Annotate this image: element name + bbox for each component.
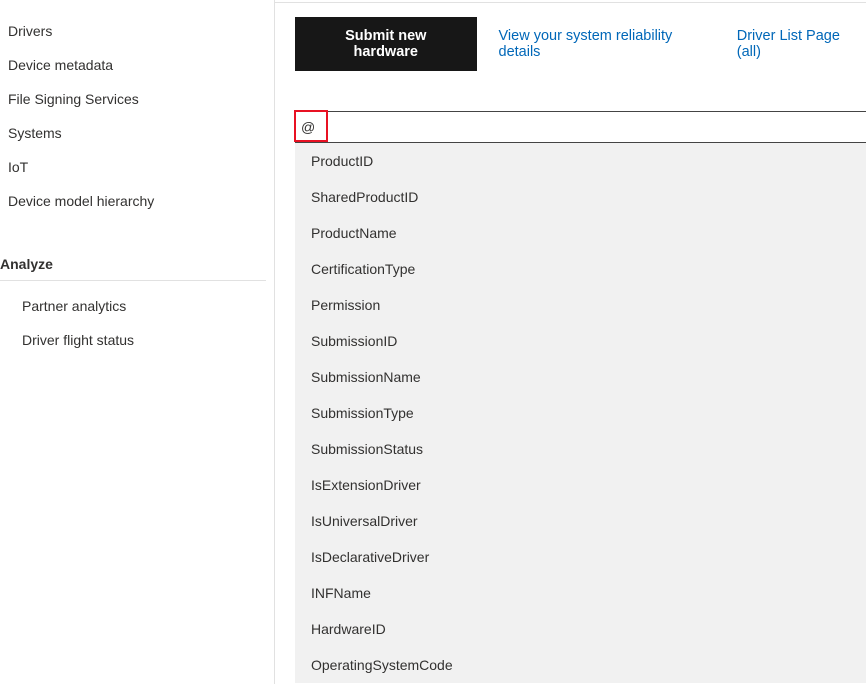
dropdown-item-operatingsystemcode[interactable]: OperatingSystemCode (295, 647, 866, 683)
sidebar-item-device-metadata[interactable]: Device metadata (0, 48, 274, 82)
sidebar-subitem-partner-analytics[interactable]: Partner analytics (0, 289, 274, 323)
dropdown-item-submissionid[interactable]: SubmissionID (295, 323, 866, 359)
search-wrap (295, 111, 866, 143)
sidebar: Drivers Device metadata File Signing Ser… (0, 0, 275, 684)
sidebar-item-systems[interactable]: Systems (0, 116, 274, 150)
sidebar-item-device-model-hierarchy[interactable]: Device model hierarchy (0, 184, 274, 218)
main-content: Submit new hardware View your system rel… (275, 0, 866, 684)
dropdown-item-infname[interactable]: INFName (295, 575, 866, 611)
sidebar-item-file-signing-services[interactable]: File Signing Services (0, 82, 274, 116)
sidebar-item-drivers[interactable]: Drivers (0, 14, 274, 48)
dropdown-item-productname[interactable]: ProductName (295, 215, 866, 251)
filter-dropdown-list: ProductID SharedProductID ProductName Ce… (295, 143, 866, 683)
dropdown-item-submissionstatus[interactable]: SubmissionStatus (295, 431, 866, 467)
dropdown-item-certificationtype[interactable]: CertificationType (295, 251, 866, 287)
dropdown-item-isuniversaldriver[interactable]: IsUniversalDriver (295, 503, 866, 539)
sidebar-item-iot[interactable]: IoT (0, 150, 274, 184)
top-divider (275, 2, 866, 3)
action-bar: Submit new hardware View your system rel… (275, 17, 866, 71)
view-reliability-link[interactable]: View your system reliability details (499, 28, 715, 60)
driver-list-page-link[interactable]: Driver List Page (all) (737, 28, 866, 60)
sidebar-section-analyze: Analyze (0, 246, 274, 281)
sidebar-section-header: Analyze (0, 246, 266, 281)
submit-new-hardware-button[interactable]: Submit new hardware (295, 17, 477, 71)
dropdown-item-submissionname[interactable]: SubmissionName (295, 359, 866, 395)
search-input[interactable] (295, 111, 866, 143)
dropdown-item-permission[interactable]: Permission (295, 287, 866, 323)
dropdown-item-isdeclarativedriver[interactable]: IsDeclarativeDriver (295, 539, 866, 575)
dropdown-item-isextensiondriver[interactable]: IsExtensionDriver (295, 467, 866, 503)
sidebar-subitem-driver-flight-status[interactable]: Driver flight status (0, 323, 274, 357)
dropdown-item-submissiontype[interactable]: SubmissionType (295, 395, 866, 431)
dropdown-item-sharedproductid[interactable]: SharedProductID (295, 179, 866, 215)
sidebar-subgroup: Partner analytics Driver flight status (0, 289, 274, 357)
dropdown-item-productid[interactable]: ProductID (295, 143, 866, 179)
dropdown-item-hardwareid[interactable]: HardwareID (295, 611, 866, 647)
